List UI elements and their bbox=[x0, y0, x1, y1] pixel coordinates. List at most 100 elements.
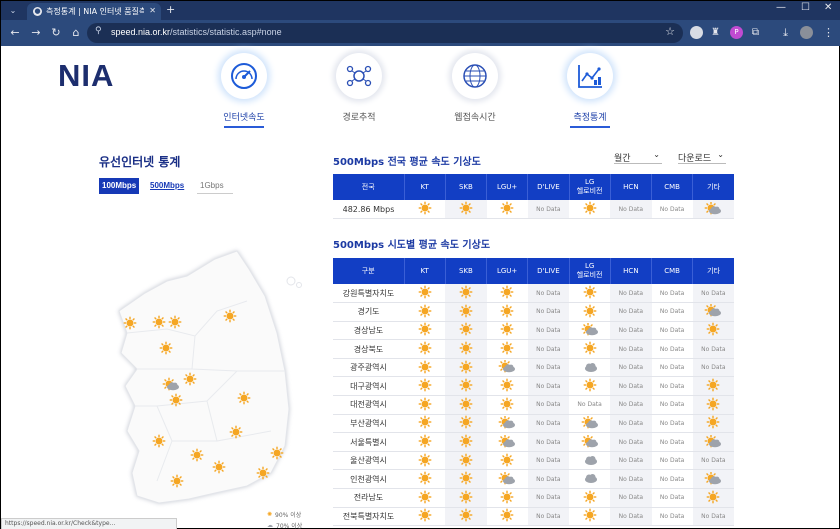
sun-icon bbox=[404, 302, 446, 322]
column-header: LG 헬로비전 bbox=[569, 258, 611, 284]
home-icon[interactable]: ⌂ bbox=[68, 25, 84, 41]
sun-icon bbox=[404, 469, 446, 490]
column-header: CMB bbox=[651, 258, 694, 284]
nav-statistics[interactable]: 측정통계 bbox=[550, 53, 630, 128]
tab-search-icon[interactable]: ⌄ bbox=[6, 4, 20, 17]
table-row: 경기도 No Data No Data No Data bbox=[333, 302, 734, 322]
sun-icon bbox=[404, 339, 446, 359]
nav-label: 웹접속시간 bbox=[454, 113, 496, 123]
table-row: 강원특별자치도 No Data No Data No Data No Data bbox=[333, 284, 734, 304]
sun-icon bbox=[486, 451, 528, 471]
nav-label: 인터넷속도 bbox=[223, 113, 265, 123]
period-select[interactable]: 월간 ⌄ bbox=[614, 150, 662, 164]
map-sun-icon bbox=[170, 474, 184, 488]
no-data-cell: No Data bbox=[610, 200, 652, 220]
sun-icon bbox=[445, 321, 487, 341]
no-data-cell: No Data bbox=[527, 284, 569, 304]
no-data-cell: No Data bbox=[651, 321, 693, 341]
sun-icon bbox=[692, 321, 734, 341]
column-header: CMB bbox=[651, 174, 694, 200]
no-data-cell: No Data bbox=[610, 507, 652, 527]
nav-internet-speed[interactable]: 인터넷속도 bbox=[204, 53, 284, 128]
sun-icon bbox=[445, 339, 487, 359]
profile-avatar[interactable] bbox=[800, 26, 813, 39]
map-sun-icon bbox=[152, 434, 166, 448]
no-data-cell: No Data bbox=[527, 321, 569, 341]
bookmark-star-icon[interactable]: ☆ bbox=[665, 25, 675, 38]
tab-close-icon[interactable]: ✕ bbox=[149, 6, 156, 15]
sun-icon bbox=[404, 432, 446, 452]
column-header: D'LIVE bbox=[527, 258, 570, 284]
column-header: 기타 bbox=[692, 174, 734, 200]
nav-active-underline bbox=[224, 126, 264, 128]
back-icon[interactable]: ← bbox=[7, 25, 23, 41]
nav-route-trace[interactable]: 경로추적 bbox=[319, 53, 399, 128]
no-data-cell: No Data bbox=[651, 507, 693, 527]
column-header: HCN bbox=[610, 258, 653, 284]
sun-cloud-icon bbox=[692, 302, 734, 322]
no-data-cell: No Data bbox=[527, 451, 569, 471]
table-row: 전북특별자치도 No Data No Data No Data No Data bbox=[333, 507, 734, 527]
sun-icon bbox=[404, 414, 446, 434]
sun-icon bbox=[569, 376, 611, 397]
sun-icon bbox=[569, 488, 611, 508]
nav-web-access-time[interactable]: 웹접속시간 bbox=[435, 53, 515, 128]
no-data-cell: No Data bbox=[692, 507, 734, 527]
no-data-cell: No Data bbox=[692, 451, 734, 471]
column-header: 구분 bbox=[333, 258, 405, 284]
sun-cloud-icon: ☁ bbox=[267, 522, 273, 529]
regional-section-title: 500Mbps 시도별 평균 속도 기상도 bbox=[333, 240, 491, 251]
column-header: LG 헬로비전 bbox=[569, 174, 611, 200]
sun-icon bbox=[486, 284, 528, 304]
extension-purple-icon[interactable]: P bbox=[730, 26, 743, 39]
browser-tab[interactable]: ● 측정통계 | NIA 인터넷 품질측정 ✕ bbox=[27, 3, 161, 20]
no-data-cell: No Data bbox=[651, 469, 693, 490]
address-bar[interactable]: ⚲ speed.nia.or.kr/statistics/statistic.a… bbox=[87, 23, 683, 43]
regional-table: 구분 KT SKB LGU+ D'LIVE LG 헬로비전 HCN CMB 기타 강원특별자치도 N… bbox=[333, 258, 734, 527]
no-data-cell: No Data bbox=[610, 488, 652, 508]
site-favicon-icon: ● bbox=[33, 7, 42, 16]
tab-100mbps[interactable]: 100Mbps bbox=[99, 178, 140, 194]
no-data-cell: No Data bbox=[610, 376, 652, 397]
no-data-cell: No Data bbox=[610, 469, 652, 490]
sun-icon bbox=[692, 376, 734, 397]
tab-1gbps[interactable]: 1Gbps bbox=[197, 178, 233, 194]
forward-icon[interactable]: → bbox=[28, 25, 44, 41]
no-data-cell: No Data bbox=[651, 414, 693, 434]
no-data-cell: No Data bbox=[610, 414, 652, 434]
sun-icon bbox=[445, 507, 487, 527]
column-header: SKB bbox=[445, 174, 488, 200]
nia-logo[interactable]: NIA bbox=[58, 58, 114, 94]
tab-500mbps[interactable]: 500Mbps bbox=[147, 178, 188, 194]
window-close-icon[interactable]: ✕ bbox=[824, 2, 832, 13]
sun-cloud-icon bbox=[486, 432, 528, 452]
column-header: KT bbox=[404, 174, 446, 200]
no-data-cell: No Data bbox=[527, 432, 569, 452]
new-tab-icon[interactable]: + bbox=[166, 3, 175, 16]
no-data-cell: No Data bbox=[527, 339, 569, 359]
site-info-icon[interactable]: ⚲ bbox=[95, 26, 102, 36]
sun-cloud-icon bbox=[569, 432, 611, 452]
chevron-down-icon: ⌄ bbox=[653, 150, 660, 159]
reload-icon[interactable]: ↻ bbox=[48, 25, 64, 41]
no-data-cell: No Data bbox=[527, 200, 569, 220]
more-menu-icon[interactable]: ⋮ bbox=[822, 26, 835, 39]
sun-icon bbox=[404, 451, 446, 471]
cloud-icon bbox=[569, 358, 611, 378]
maximize-icon[interactable]: ☐ bbox=[801, 2, 810, 13]
legend-item: ✺ 90% 이상 bbox=[267, 511, 302, 519]
table-row: 광주광역시 No Data No Data No Data No Data bbox=[333, 358, 734, 378]
extension-circle-icon[interactable] bbox=[690, 26, 703, 39]
sun-icon bbox=[445, 200, 487, 220]
direction-select[interactable]: 다운로드 ⌄ bbox=[678, 150, 726, 164]
minimize-icon[interactable]: — bbox=[776, 2, 786, 13]
extensions-puzzle-icon[interactable]: ⧉ bbox=[749, 26, 762, 39]
no-data-cell: No Data bbox=[651, 200, 693, 220]
sun-icon bbox=[445, 488, 487, 508]
download-icon[interactable]: ⤓ bbox=[779, 26, 792, 39]
region-label: 전북특별자치도 bbox=[333, 507, 404, 527]
extension-robot-icon[interactable]: ♜ bbox=[709, 26, 722, 39]
table-row: 482.86 Mbps No Data No Data No Data bbox=[333, 200, 734, 220]
sun-cloud-icon bbox=[486, 358, 528, 378]
sun-icon bbox=[445, 414, 487, 434]
